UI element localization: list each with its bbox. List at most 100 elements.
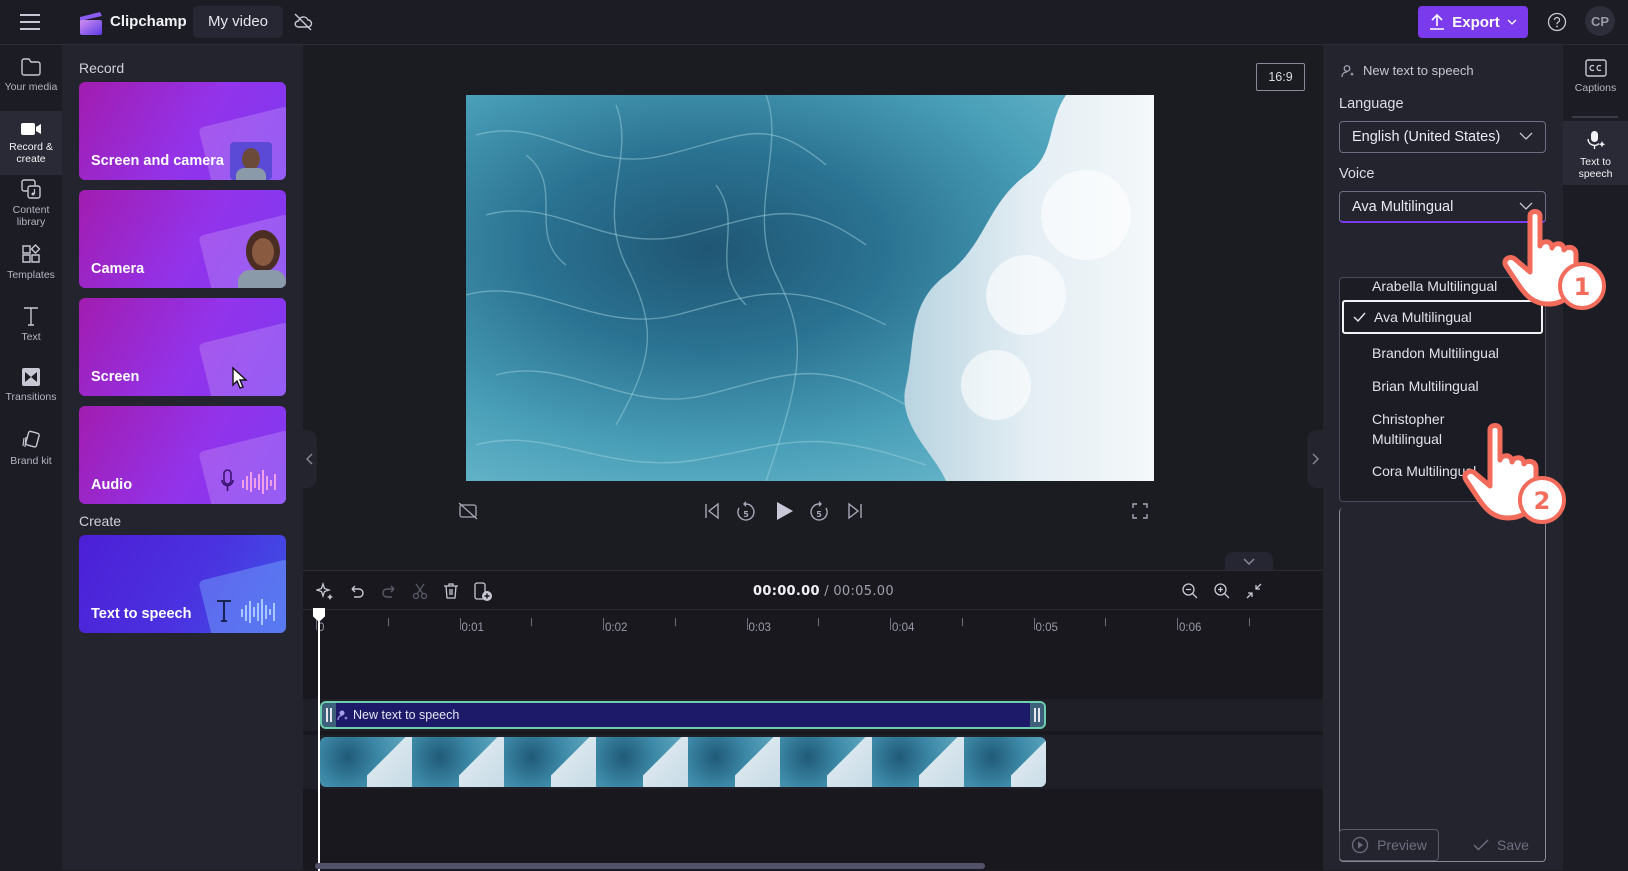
language-select[interactable]: English (United States) xyxy=(1339,121,1546,153)
voice-option-selected[interactable]: Ava Multilingual xyxy=(1342,300,1543,334)
ruler-major-tick xyxy=(746,618,748,630)
voice-option-label: Ava Multilingual xyxy=(1374,309,1472,325)
clip-trim-handle-right[interactable] xyxy=(1030,703,1044,727)
presenter-thumbnail xyxy=(230,142,272,180)
card-label: Screen xyxy=(91,369,140,385)
zoom-in-button[interactable] xyxy=(1213,582,1231,600)
content-library-icon xyxy=(21,179,41,199)
clip-thumbnail xyxy=(872,737,964,787)
text-waveform-icon xyxy=(217,599,275,625)
delete-button[interactable] xyxy=(442,582,460,600)
split-button[interactable] xyxy=(411,582,429,600)
rail-item-your-media[interactable]: Your media xyxy=(0,57,62,103)
voice-select[interactable]: Ava Multilingual xyxy=(1339,191,1546,223)
rail-item-label: Your media xyxy=(4,81,58,93)
rail-item-brand-kit[interactable]: Brand kit xyxy=(0,429,62,475)
zoom-to-fit-button[interactable] xyxy=(1245,582,1263,600)
ocean-video-clip[interactable] xyxy=(320,737,1046,787)
forward-5-icon: 5 xyxy=(810,501,828,521)
ruler-tick-label: 0:03 xyxy=(748,622,771,634)
skip-to-start-button[interactable] xyxy=(703,502,721,520)
trash-icon xyxy=(444,583,458,599)
card-camera[interactable]: Camera xyxy=(79,190,286,288)
tts-audio-clip[interactable]: New text to speech xyxy=(320,701,1046,729)
rail-item-transitions[interactable]: Transitions xyxy=(0,367,62,413)
collapse-left-panel-button[interactable] xyxy=(303,430,317,488)
rail-item-label: Text xyxy=(21,331,41,343)
rewind-5-button[interactable]: 5 xyxy=(736,500,756,522)
ruler-major-tick xyxy=(603,618,604,630)
rail-item-text[interactable]: Text xyxy=(0,305,62,351)
export-label: Export xyxy=(1452,13,1500,31)
card-screen-and-camera[interactable]: Screen and camera xyxy=(79,82,286,180)
cloud-sync-off-icon[interactable] xyxy=(293,12,313,32)
voice-option[interactable]: Brian Multilingual xyxy=(1342,373,1543,401)
export-button[interactable]: Export xyxy=(1418,6,1528,38)
script-text-area[interactable] xyxy=(1339,508,1546,862)
voice-option-label: Cora Multilingual xyxy=(1372,463,1477,479)
timeline-ruler[interactable]: 0 0:01 0:02 0:03 0:04 0:05 0:06 xyxy=(303,609,1323,639)
camera-icon xyxy=(21,123,41,135)
total-duration: 00:05.00 xyxy=(833,584,894,599)
undo-button[interactable] xyxy=(348,582,366,600)
skip-to-end-button[interactable] xyxy=(846,502,864,520)
ruler-tick-label: 0:06 xyxy=(1179,622,1202,634)
rail-item-captions[interactable]: Captions xyxy=(1563,59,1628,115)
magic-tools-button[interactable] xyxy=(316,582,334,600)
redo-button[interactable] xyxy=(380,582,398,600)
menu-button[interactable] xyxy=(18,11,42,33)
collapse-right-panel-button[interactable] xyxy=(1307,430,1323,488)
voice-option[interactable]: Brandon Multilingual xyxy=(1342,340,1543,368)
project-name-field[interactable]: My video xyxy=(193,6,284,38)
card-audio[interactable]: Audio xyxy=(79,406,286,504)
captions-toggle-button[interactable] xyxy=(458,502,478,520)
save-button[interactable]: Save xyxy=(1473,829,1553,861)
rail-item-record-create[interactable]: Record & create xyxy=(0,111,62,175)
svg-text:5: 5 xyxy=(816,510,822,519)
user-avatar[interactable]: CP xyxy=(1585,6,1615,36)
clip-thumbnail xyxy=(596,737,688,787)
card-screen[interactable]: Screen xyxy=(79,298,286,396)
play-button[interactable] xyxy=(773,500,795,522)
voice-option[interactable]: Cora Multilingual xyxy=(1342,458,1543,486)
preview-label: Preview xyxy=(1377,837,1427,853)
preview-button[interactable]: Preview xyxy=(1339,829,1439,861)
forward-5-button[interactable]: 5 xyxy=(809,500,829,522)
ruler-minor-tick xyxy=(1248,618,1250,626)
voice-option-label: Christopher Multilingual xyxy=(1372,411,1445,447)
collapse-timeline-button[interactable] xyxy=(1225,552,1273,570)
chevron-down-icon xyxy=(1507,19,1517,25)
text-to-speech-panel: New text to speech Language English (Uni… xyxy=(1323,45,1563,870)
rail-item-label: Content library xyxy=(12,204,50,228)
aspect-ratio-button[interactable]: 16:9 xyxy=(1256,63,1305,91)
help-button[interactable] xyxy=(1547,12,1567,32)
card-text-to-speech[interactable]: Text to speech xyxy=(79,535,286,633)
chevron-right-icon xyxy=(1312,453,1319,465)
hamburger-icon xyxy=(20,14,40,30)
card-label: Text to speech xyxy=(91,606,192,622)
voice-option[interactable]: Arabella Multilingual xyxy=(1342,278,1543,300)
playhead-line[interactable] xyxy=(318,608,320,871)
rail-item-templates[interactable]: Templates xyxy=(0,243,62,289)
ruler-major-tick xyxy=(1177,618,1178,630)
clip-trim-handle-left[interactable] xyxy=(322,703,336,727)
rail-item-text-to-speech[interactable]: Text to speech xyxy=(1563,121,1628,185)
templates-icon xyxy=(22,244,41,263)
panel-title: New text to speech xyxy=(1363,63,1474,78)
add-media-button[interactable] xyxy=(473,582,493,602)
rail-divider xyxy=(1572,116,1618,118)
fullscreen-button[interactable] xyxy=(1131,502,1149,520)
voice-option[interactable]: Christopher Multilingual xyxy=(1342,406,1543,454)
zoom-out-button[interactable] xyxy=(1181,582,1199,600)
rail-item-content-library[interactable]: Content library xyxy=(0,178,62,234)
video-preview[interactable] xyxy=(466,95,1154,481)
left-navigation-rail: Your media Record & create Content libra… xyxy=(0,45,62,870)
timeline-horizontal-scrollbar[interactable] xyxy=(315,863,985,869)
chevron-down-icon xyxy=(1243,558,1255,565)
play-circle-icon xyxy=(1351,836,1369,854)
clip-thumbnail xyxy=(780,737,872,787)
presenter-photo xyxy=(238,230,286,288)
clipchamp-logo xyxy=(78,10,104,36)
transitions-icon xyxy=(22,368,40,386)
preview-stage: 16:9 5 5 xyxy=(303,45,1323,570)
